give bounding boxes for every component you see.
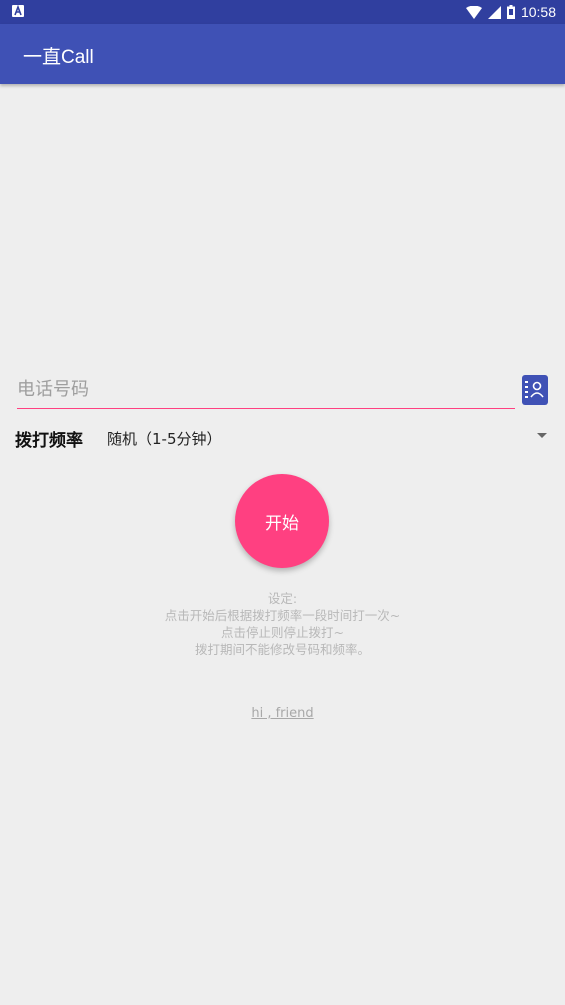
status-time: 10:58 <box>520 4 556 20</box>
wifi-icon <box>465 5 482 19</box>
description: 设定: 点击开始后根据拨打频率一段时间打一次~ 点击停止则停止拨打~ 拨打期间不… <box>0 590 565 658</box>
dropdown-arrow-icon[interactable] <box>537 433 547 438</box>
description-line: 拨打期间不能修改号码和频率。 <box>194 642 370 657</box>
app-bar: 一直Call <box>0 24 565 84</box>
footer-link[interactable]: hi , friend <box>0 706 565 721</box>
phone-row <box>17 372 549 409</box>
battery-icon <box>506 5 515 19</box>
frequency-label: 拨打频率 <box>15 431 83 451</box>
signal-icon <box>487 5 501 19</box>
frequency-row: 拨打频率 随机（1-5分钟） <box>15 424 550 452</box>
frequency-spinner[interactable]: 随机（1-5分钟） <box>107 428 222 449</box>
description-line: 点击停止则停止拨打~ <box>221 625 344 640</box>
status-bar: 10:58 <box>0 0 565 24</box>
app-title: 一直Call <box>23 47 94 68</box>
start-button[interactable]: 开始 <box>235 474 329 568</box>
description-line: 设定: <box>267 591 298 606</box>
contacts-icon <box>525 381 544 398</box>
notification-a-icon <box>12 5 24 17</box>
contacts-button[interactable] <box>522 375 548 405</box>
phone-number-input[interactable] <box>17 372 515 409</box>
description-line: 点击开始后根据拨打频率一段时间打一次~ <box>164 608 401 623</box>
